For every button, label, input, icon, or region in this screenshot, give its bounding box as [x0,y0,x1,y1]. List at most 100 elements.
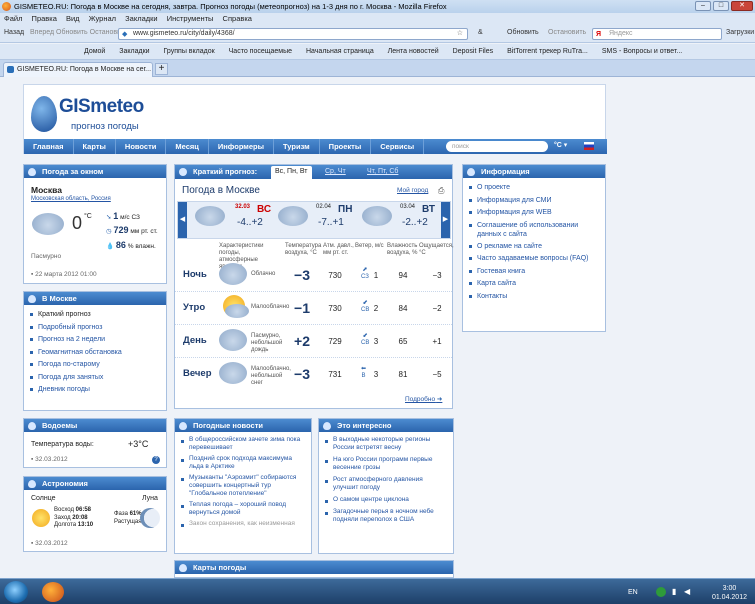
bookmark-start-page[interactable]: Начальная страница [306,48,374,55]
nav-maps[interactable]: Карты [74,139,116,154]
menu-tools[interactable]: Инструменты [167,14,214,23]
link-guestbook[interactable]: Гостевая книга [469,266,601,279]
interesting-item[interactable]: Рост атмосферного давления улучшит погод… [325,476,449,492]
help-icon[interactable]: ? [152,456,160,464]
downloads-button[interactable]: Загрузки [726,29,754,36]
nav-tourism[interactable]: Туризм [274,139,320,154]
menu-file[interactable]: Файл [4,14,22,23]
menu-help[interactable]: Справка [223,14,252,23]
minimize-button[interactable]: – [695,1,711,11]
forward-reload-stop[interactable]: Вперед Обновить Остановить [30,29,128,36]
tab-wed-thu[interactable]: Ср, Чт [321,166,350,179]
next-days-button[interactable]: ▶ [441,202,450,238]
drop-icon [28,422,36,430]
ampersand-icon[interactable]: & [478,29,483,36]
url-field[interactable]: ◆ www.gismeteo.ru/city/daily/4368/ ☆ [118,28,468,40]
search-input[interactable]: Я Яндекс [592,28,722,40]
news-item[interactable]: Закон сохранения, как неизменная [181,520,307,528]
link-old-style[interactable]: Погода по-старому [30,359,166,372]
russian-flag-icon[interactable] [584,142,594,150]
snow-cloud-icon [219,362,247,384]
day-card[interactable]: 02.04 ПН -7..+1 [274,202,354,238]
link-ads[interactable]: О рекламе на сайте [469,241,601,254]
language-indicator[interactable]: EN [628,589,638,596]
link-terms[interactable]: Соглашение об использовании данных с сай… [469,220,601,241]
row-label: Утро [183,302,206,313]
site-logo[interactable]: GISmeteo прогноз погоды [29,90,159,140]
arrow-right-icon: ➜ [436,396,443,403]
site-search-input[interactable]: поиск [446,141,548,152]
stop-button[interactable]: Остановить [548,29,586,36]
news-item[interactable]: Поздний срок подхода максимума льда в Ар… [181,455,307,471]
bookmark-sms[interactable]: SMS - Вопросы и ответ... [602,48,682,55]
panel-header: Погода за окном [24,165,166,178]
volume-icon[interactable]: ◀ [684,587,690,596]
more-link[interactable]: Подробно ➜ [405,395,442,403]
bookmark-bookmarks[interactable]: Закладки [119,48,149,55]
link-short-forecast[interactable]: Краткий прогноз [30,309,166,322]
clock[interactable]: 3:00 01.04.2012 [712,584,747,602]
link-busy[interactable]: Погода для занятых [30,372,166,385]
nav-home[interactable]: Главная [24,139,74,154]
new-tab-button[interactable]: + [155,63,168,75]
link-geomagnetic[interactable]: Геомагнитная обстановка [30,347,166,360]
bookmark-news-feed[interactable]: Лента новостей [388,48,439,55]
interesting-item[interactable]: О самом центре циклона [325,496,449,504]
tab-sun-mon-tue[interactable]: Вс, Пн, Вт [271,166,312,179]
link-detailed-forecast[interactable]: Подробный прогноз [30,322,166,335]
link-web[interactable]: Информация для WEB [469,207,601,220]
nav-news[interactable]: Новости [116,139,167,154]
menu-history[interactable]: Журнал [89,14,116,23]
sun-label: Солнце [31,495,56,502]
star-icon[interactable]: ☆ [457,29,463,39]
link-diary[interactable]: Дневник погоды [30,384,166,397]
link-faq[interactable]: Часто задаваемые вопросы (FAQ) [469,253,601,266]
day-card[interactable]: 03.04 ВТ -2..+2 [358,202,438,238]
menu-bookmarks[interactable]: Закладки [125,14,157,23]
menu-view[interactable]: Вид [66,14,80,23]
day-card[interactable]: 32.03 ВС -4..+2 [191,202,271,238]
link-media[interactable]: Информация для СМИ [469,195,601,208]
nav-projects[interactable]: Проекты [320,139,372,154]
news-item[interactable]: В общероссийском зачете зима пока переве… [181,436,307,452]
tab-thu-fri-sat[interactable]: Чт, Пт, Сб [363,166,402,179]
cloud-icon [219,263,247,285]
interesting-item[interactable]: На юго России программ первые весенние г… [325,456,449,472]
maximize-button[interactable]: □ [713,1,729,11]
snow-cloud-icon [278,206,308,226]
nav-month[interactable]: Месяц [166,139,209,154]
bookmark-rutracker[interactable]: BitTorrent трекер RuTra... [507,48,588,55]
back-button[interactable]: Назад [4,29,24,36]
close-button[interactable]: ✕ [731,1,753,11]
bookmark-home[interactable]: Домой [84,48,105,55]
unit-selector[interactable]: °C ▾ [554,141,567,149]
tab-active[interactable]: GISMETEO.RU: Погода в Москве на сег... [3,62,153,77]
region-link[interactable]: Московская область, Россия [31,196,111,202]
news-item[interactable]: Теплая погода – хороший повод вернуться … [181,501,307,517]
nav-informers[interactable]: Информеры [209,139,275,154]
site-header: GISmeteo прогноз погоды Главная Карты Но… [23,84,607,154]
bookmark-deposit-files[interactable]: Deposit Files [453,48,493,55]
reload-button[interactable]: Обновить [507,29,539,36]
network-icon[interactable]: ▮ [672,587,676,596]
link-contacts[interactable]: Контакты [469,291,601,304]
link-sitemap[interactable]: Карта сайта [469,278,601,291]
interesting-item[interactable]: В выходные некоторые регионы России встр… [325,436,449,452]
my-city-link[interactable]: Мой город [397,187,428,194]
news-item[interactable]: Музыканты "Аэрозмит" собираются совершит… [181,474,307,498]
day-name: ПН [338,204,353,215]
prev-days-button[interactable]: ◀ [178,202,187,238]
interesting-item[interactable]: Загадочные перья в ночном небе подняли п… [325,508,449,524]
bookmark-tab-groups[interactable]: Группы вкладок [164,48,215,55]
firefox-taskbar-icon[interactable] [42,582,64,602]
row-condition: Малооблачно, небольшой снег [251,366,291,386]
menu-edit[interactable]: Правка [32,14,57,23]
link-two-weeks[interactable]: Прогноз на 2 недели [30,334,166,347]
tray-app-icon[interactable] [656,587,666,597]
print-icon[interactable]: ⎙ [438,186,444,196]
start-button[interactable] [4,581,28,603]
bookmark-most-visited[interactable]: Часто посещаемые [229,48,292,55]
wind-arrow-icon: ➘ [106,214,112,221]
nav-services[interactable]: Сервисы [371,139,425,154]
link-about[interactable]: О проекте [469,182,601,195]
